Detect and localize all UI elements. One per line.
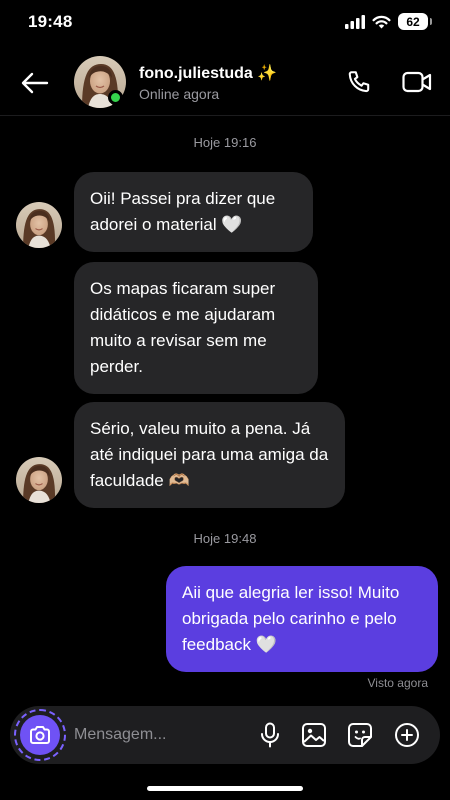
contact-name[interactable]: fono.juliestuda ✨ [139, 63, 277, 83]
sticker-icon [348, 723, 372, 747]
back-arrow-icon [21, 72, 49, 94]
home-indicator[interactable] [147, 786, 303, 791]
incoming-message[interactable]: Os mapas ficaram super didáticos e me aj… [74, 262, 318, 394]
online-indicator [108, 90, 123, 105]
video-call-button[interactable] [400, 67, 434, 97]
add-attachment-button[interactable] [392, 720, 422, 750]
microphone-button[interactable] [255, 720, 285, 750]
incoming-message[interactable]: Oii! Passei pra dizer que adorei o mater… [74, 172, 313, 252]
camera-button[interactable] [20, 715, 60, 755]
image-icon [302, 723, 326, 747]
message-input[interactable] [74, 720, 249, 750]
plus-icon [395, 723, 419, 747]
sticker-button[interactable] [345, 720, 375, 750]
battery-icon: 62 [398, 13, 432, 30]
microphone-icon [261, 722, 279, 748]
seen-status: Visto agora [367, 676, 429, 690]
chat-header: fono.juliestuda ✨ Online agora [0, 46, 450, 116]
signal-icon [345, 14, 365, 29]
sender-avatar[interactable] [16, 457, 62, 503]
timestamp: Hoje 19:16 [193, 135, 257, 150]
outgoing-message[interactable]: Aii que alegria ler isso! Muito obrigada… [166, 566, 438, 672]
back-button[interactable] [18, 66, 52, 100]
sender-avatar[interactable] [16, 202, 62, 248]
voice-call-button[interactable] [344, 67, 374, 97]
status-icons: 62 [345, 13, 432, 30]
gallery-button[interactable] [299, 720, 329, 750]
timestamp: Hoje 19:48 [193, 531, 257, 546]
battery-level: 62 [406, 14, 420, 29]
status-time: 19:48 [28, 12, 73, 31]
wifi-icon [372, 15, 391, 28]
status-bar: 19:48 62 [0, 0, 450, 46]
camera-ring [14, 709, 66, 761]
camera-icon [30, 726, 50, 744]
message-composer [10, 706, 440, 764]
phone-icon [348, 71, 370, 93]
contact-status: Online agora [139, 86, 220, 102]
incoming-message[interactable]: Sério, valeu muito a pena. Já até indiqu… [74, 402, 345, 508]
video-camera-icon [402, 71, 432, 93]
